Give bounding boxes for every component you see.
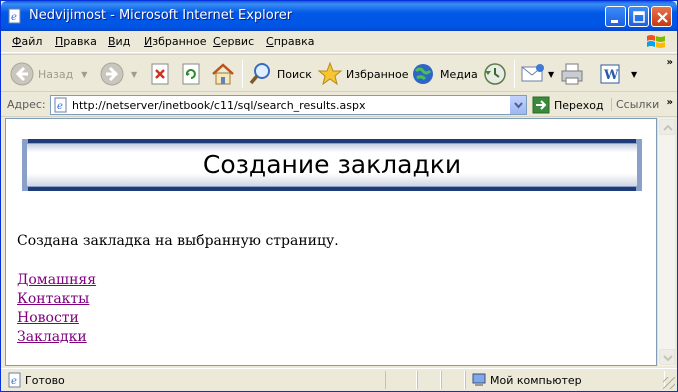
favorites-button[interactable]: Избранное <box>317 59 408 89</box>
status-pane <box>385 371 417 389</box>
status-pane <box>441 371 465 389</box>
menu-favorites[interactable]: Избранное <box>144 35 206 48</box>
window-title: Nedvijimost - Microsoft Internet Explore… <box>29 8 293 23</box>
mail-dropdown-icon[interactable]: ▼ <box>548 70 554 79</box>
minimize-icon <box>611 20 618 23</box>
go-button[interactable]: Переход <box>532 96 604 114</box>
minimize-button[interactable] <box>605 6 626 27</box>
address-label: Адрес: <box>7 98 46 111</box>
printer-icon <box>561 63 583 85</box>
back-label: Назад <box>38 67 74 81</box>
back-arrow-icon <box>10 62 34 86</box>
link-bookmarks[interactable]: Закладки <box>17 328 96 347</box>
ie-page-icon: e <box>8 8 21 24</box>
resize-grip[interactable] <box>663 377 675 389</box>
page-status-icon: e <box>8 372 21 388</box>
word-icon: W <box>600 64 620 84</box>
status-text: Готово <box>25 374 65 387</box>
close-button[interactable] <box>651 6 672 27</box>
ie-window: e Nedvijimost - Microsoft Internet Explo… <box>0 0 678 392</box>
home-button[interactable] <box>210 59 236 89</box>
mail-button[interactable]: ▼ <box>520 59 554 89</box>
media-globe-icon <box>413 64 433 84</box>
security-zone: Мой компьютер <box>471 372 582 388</box>
address-dropdown-button[interactable] <box>509 96 526 114</box>
back-dropdown-icon[interactable]: ▼ <box>81 70 87 79</box>
search-label: Поиск <box>277 67 312 81</box>
scroll-down-button[interactable] <box>659 349 675 365</box>
forward-button[interactable]: ▼ <box>99 59 137 89</box>
links-toolbar[interactable]: Ссылки <box>611 98 659 111</box>
word-dropdown-icon[interactable]: ▼ <box>631 70 637 79</box>
address-url: http://netserver/inetbook/c11/sql/search… <box>72 99 366 112</box>
word-edit-button[interactable]: W ▼ <box>597 59 637 89</box>
banner-panel: Создание закладки <box>26 143 638 187</box>
search-button[interactable]: Поиск <box>248 59 312 89</box>
link-home[interactable]: Домашняя <box>17 271 96 290</box>
menu-view[interactable]: Вид <box>108 35 130 48</box>
refresh-icon <box>182 63 200 85</box>
back-button[interactable]: Назад ▼ <box>9 59 87 89</box>
toolbar-separator <box>242 60 243 88</box>
address-bar: Адрес: e http://netserver/inetbook/c11/s… <box>1 93 677 117</box>
refresh-button[interactable] <box>180 59 202 89</box>
menu-tools[interactable]: Сервис <box>213 35 254 48</box>
close-icon <box>657 12 668 23</box>
vertical-scrollbar[interactable] <box>657 118 675 366</box>
history-icon <box>484 63 506 85</box>
favorites-label: Избранное <box>346 67 409 81</box>
result-message: Создана закладка на выбранную страницу. <box>17 233 339 249</box>
zone-label: Мой компьютер <box>490 373 582 387</box>
ie-page-icon: e <box>54 97 67 113</box>
svg-text:e: e <box>57 101 63 112</box>
mail-envelope-icon <box>521 64 544 82</box>
print-button[interactable] <box>559 59 585 89</box>
address-input[interactable]: e http://netserver/inetbook/c11/sql/sear… <box>50 95 527 115</box>
go-arrow-icon <box>532 96 550 114</box>
svg-text:W: W <box>603 68 619 83</box>
search-icon <box>249 63 270 85</box>
page-viewport: Создание закладки Создана закладка на вы… <box>5 118 657 366</box>
forward-dropdown-icon[interactable]: ▼ <box>131 70 137 79</box>
my-computer-icon <box>472 373 486 386</box>
scroll-down-icon <box>663 355 673 362</box>
nav-links: Домашняя Контакты Новости Закладки <box>17 271 96 347</box>
svg-text:e: e <box>11 376 17 387</box>
menu-file[interactable]: Файл <box>12 35 42 48</box>
menu-help[interactable]: Справка <box>266 35 314 48</box>
star-icon <box>317 61 343 86</box>
menu-bar: Файл Правка Вид Избранное Сервис Справка <box>1 31 677 53</box>
svg-text:e: e <box>11 12 17 23</box>
home-icon <box>212 63 234 85</box>
toolbar-separator <box>514 60 515 88</box>
maximize-button[interactable] <box>628 6 649 27</box>
windows-logo-icon <box>647 35 665 48</box>
links-overflow-icon[interactable]: » <box>667 97 673 108</box>
status-pane <box>417 371 441 389</box>
link-news[interactable]: Новости <box>17 309 96 328</box>
scroll-up-icon <box>663 124 673 131</box>
banner-title: Создание закладки <box>202 150 462 179</box>
status-bar: e Готово Мой компьютер <box>1 368 677 391</box>
media-button[interactable]: Медиа <box>411 59 478 89</box>
go-label: Переход <box>554 98 604 112</box>
forward-arrow-icon <box>100 62 124 86</box>
standard-toolbar: Назад ▼ ▼ Поиск Избранное Медиа ▼ W ▼ » <box>1 54 677 92</box>
stop-icon <box>151 63 169 85</box>
chevron-down-icon <box>514 102 523 109</box>
link-contacts[interactable]: Контакты <box>17 290 96 309</box>
menu-edit[interactable]: Правка <box>55 35 97 48</box>
toolbar-overflow-icon[interactable]: » <box>667 57 673 68</box>
media-label: Медиа <box>440 67 478 81</box>
scroll-up-button[interactable] <box>659 119 675 135</box>
page-banner: Создание закладки <box>22 139 642 191</box>
title-bar[interactable]: e Nedvijimost - Microsoft Internet Explo… <box>1 1 677 31</box>
maximize-icon <box>633 11 645 23</box>
stop-button[interactable] <box>149 59 171 89</box>
history-button[interactable] <box>482 59 508 89</box>
